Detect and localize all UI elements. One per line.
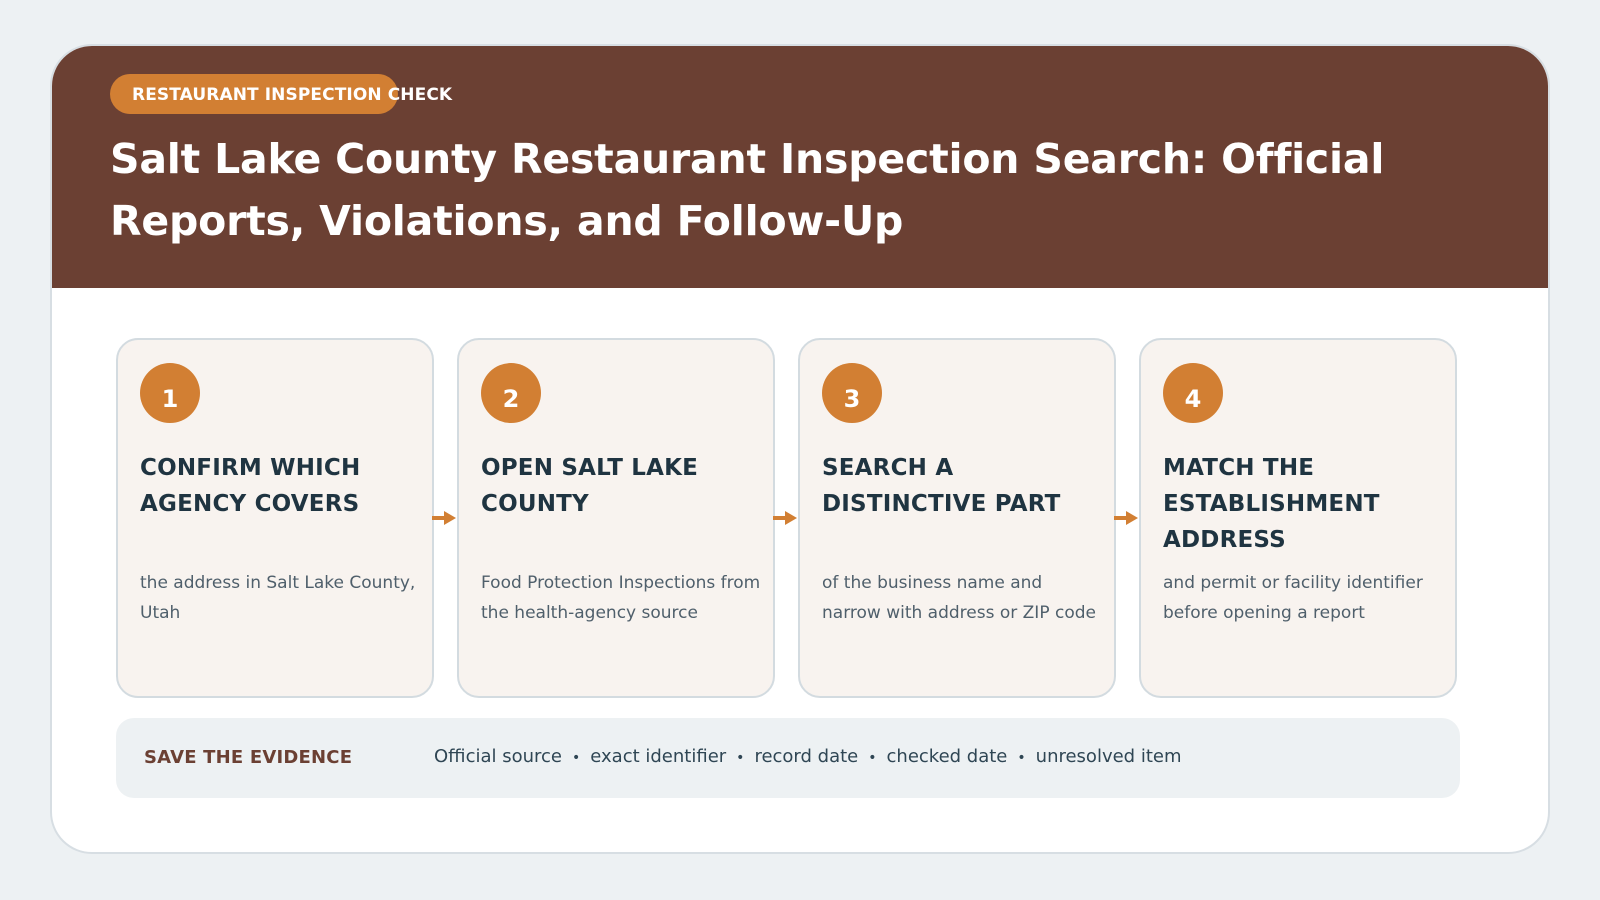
arrow-right-icon <box>432 509 458 527</box>
evidence-bar: SAVE THE EVIDENCE Official source • exact … <box>116 718 1460 798</box>
inspection-card: RESTAURANT INSPECTION CHECK Salt Lake Co… <box>50 44 1550 854</box>
evidence-item: unresolved item <box>1035 746 1182 767</box>
page-title: Salt Lake County Restaurant Inspection S… <box>110 135 1385 245</box>
step-number: 3 <box>843 385 861 413</box>
step-number: 1 <box>161 385 179 413</box>
step-detail: the address in Salt Lake County, Utah <box>140 573 416 623</box>
header-banner: RESTAURANT INSPECTION CHECK Salt Lake Co… <box>52 46 1548 288</box>
step-number: 4 <box>1184 385 1202 413</box>
step-flow: 1 CONFIRM WHICH AGENCY COVERS the addres… <box>116 338 1480 698</box>
arrow-right-icon <box>773 509 799 527</box>
evidence-label: SAVE THE EVIDENCE <box>144 747 353 768</box>
bullet-separator: • <box>868 750 877 766</box>
step-card-3: 3 SEARCH A DISTINCTIVE PART of the busin… <box>798 338 1116 698</box>
evidence-item: Official source <box>434 746 562 767</box>
step-number: 2 <box>502 385 520 413</box>
badge-label: RESTAURANT INSPECTION CHECK <box>132 85 453 105</box>
bullet-separator: • <box>1017 750 1026 766</box>
bullet-separator: • <box>572 750 581 766</box>
evidence-item: record date <box>754 746 859 767</box>
step-heading: MATCH THE ESTABLISHMENT ADDRESS <box>1163 455 1380 553</box>
evidence-item: exact identifier <box>590 746 727 767</box>
evidence-item: checked date <box>886 746 1008 767</box>
step-heading: SEARCH A DISTINCTIVE PART <box>822 455 1061 517</box>
step-detail: Food Protection Inspections from the hea… <box>481 573 761 623</box>
step-detail: and permit or facility identifier before… <box>1163 573 1423 623</box>
step-detail: of the business name and narrow with add… <box>822 573 1096 623</box>
step-card-2: 2 OPEN SALT LAKE COUNTY Food Protection … <box>457 338 775 698</box>
page: RESTAURANT INSPECTION CHECK Salt Lake Co… <box>0 0 1600 900</box>
evidence-list: Official source • exact identifier • record … <box>434 744 1181 771</box>
step-card-4: 4 MATCH THE ESTABLISHMENT ADDRESS and pe… <box>1139 338 1457 698</box>
arrow-right-icon <box>1114 509 1140 527</box>
step-heading: CONFIRM WHICH AGENCY COVERS <box>140 455 361 517</box>
step-heading: OPEN SALT LAKE COUNTY <box>481 455 699 517</box>
step-card-1: 1 CONFIRM WHICH AGENCY COVERS the addres… <box>116 338 434 698</box>
bullet-separator: • <box>736 750 745 766</box>
